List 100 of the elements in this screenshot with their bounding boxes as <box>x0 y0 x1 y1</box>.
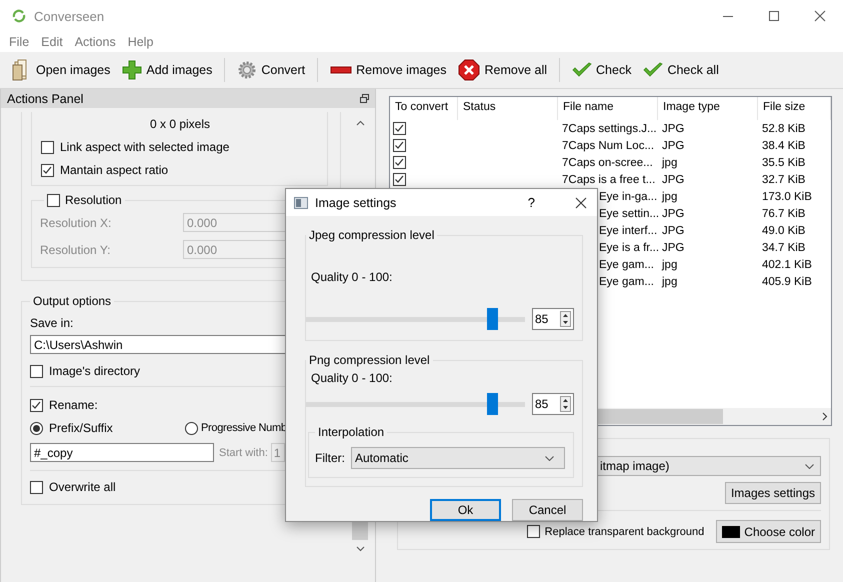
toolbar-button[interactable]: Open images <box>6 55 116 85</box>
table-cell-text: 52.8 KiB <box>761 122 806 134</box>
window-title: Converseen <box>34 8 104 24</box>
table-cell-text: 7Caps is a free t... <box>561 174 656 186</box>
table-cell-text: 76.7 KiB <box>761 208 806 220</box>
checkbox[interactable] <box>30 480 43 494</box>
toolbar-button[interactable]: Remove images <box>324 55 452 85</box>
field-label: Filter: <box>315 451 345 465</box>
close-icon <box>814 10 826 22</box>
slider-thumb[interactable] <box>487 308 498 330</box>
table-cell-text: JPG <box>661 174 686 186</box>
help-button[interactable]: ? <box>522 194 541 211</box>
table-cell-text: 173.0 KiB <box>761 190 813 202</box>
float-icon[interactable] <box>360 94 369 103</box>
maximize-icon <box>768 10 780 22</box>
spin-box[interactable]: 85 <box>532 308 574 330</box>
group-title: Png compression level <box>308 353 431 367</box>
checkbox[interactable] <box>30 364 43 378</box>
table-cell-text: jpg <box>660 190 678 202</box>
radio-button[interactable] <box>30 422 43 434</box>
table-cell-text: 402.1 KiB <box>761 258 813 270</box>
table-cell-text: 35.5 KiB <box>761 156 806 168</box>
checkbox-label: Mantain aspect ratio <box>60 163 168 177</box>
menu-item[interactable]: Edit <box>35 35 69 49</box>
toolbar-button[interactable]: Remove all <box>452 55 554 85</box>
group-title: Jpeg compression level <box>308 228 436 242</box>
column-header[interactable]: Status <box>458 97 558 120</box>
size-text: 0 x 0 pixels <box>150 117 210 131</box>
menu-item[interactable]: Help <box>122 35 160 49</box>
dialog-button[interactable]: Ok <box>430 499 501 521</box>
checkbox[interactable] <box>526 525 540 538</box>
table-cell-text: 7Caps on-scree... <box>561 156 654 168</box>
toolbar-button[interactable]: Check all <box>637 55 725 85</box>
checkbox-label: Replace transparent background <box>544 526 704 538</box>
table-cell-text: 405.9 KiB <box>761 276 813 288</box>
checkbox[interactable] <box>41 164 54 176</box>
table-cell-text: JPG <box>661 242 686 254</box>
panel-title: Actions Panel <box>7 92 84 106</box>
checkbox[interactable] <box>393 122 406 135</box>
scroll-down-icon[interactable] <box>356 546 364 552</box>
spin-box[interactable]: 85 <box>532 393 574 415</box>
scroll-right-icon[interactable] <box>822 412 828 421</box>
field-label: Save in: <box>30 316 74 330</box>
checkmark-icon <box>572 62 592 78</box>
images-settings-button[interactable]: Images settings <box>724 482 821 504</box>
menu-item[interactable]: File <box>3 35 36 49</box>
table-cell-text: 49.0 KiB <box>761 224 806 236</box>
recycle-icon <box>12 9 26 23</box>
radio-button[interactable] <box>185 422 198 434</box>
checkbox[interactable] <box>30 398 43 412</box>
checkbox-label: Link aspect with selected image <box>60 140 230 154</box>
column-header[interactable]: Image type <box>658 97 758 120</box>
chevron-down-icon <box>805 464 814 468</box>
minus-icon <box>330 66 352 74</box>
delete-icon <box>458 59 480 81</box>
checkmark-icon <box>643 62 664 78</box>
scroll-up-icon[interactable] <box>356 120 364 126</box>
table-cell: Eye gam... <box>598 258 654 270</box>
slider-thumb[interactable] <box>487 393 498 415</box>
chevron-down-icon <box>545 456 554 460</box>
close-icon <box>575 196 587 208</box>
table-cell-text: JPG <box>661 140 686 152</box>
input-field[interactable]: #_copy <box>30 443 214 462</box>
table-cell-text: jpg <box>660 156 678 168</box>
field-label: Start with: <box>219 446 268 458</box>
field-label: Quality 0 - 100: <box>311 270 394 284</box>
checkbox[interactable] <box>41 140 54 154</box>
filter-dropdown[interactable]: Automatic <box>351 447 565 469</box>
choose-color-button[interactable]: Choose color <box>716 520 821 543</box>
column-header[interactable]: File size <box>758 97 831 120</box>
spin-arrows-icon[interactable] <box>560 311 571 327</box>
table-cell-text: 7Caps Num Loc... <box>561 140 656 152</box>
checkbox[interactable] <box>393 173 406 186</box>
checkbox-label: Resolution <box>65 193 122 207</box>
table-cell: Eye gam... <box>598 276 654 288</box>
column-header[interactable]: To convert <box>390 97 458 120</box>
toolbar-button[interactable]: Add images <box>116 55 218 85</box>
table-cell-text: JPG <box>661 224 686 236</box>
dialog-button[interactable]: Cancel <box>512 499 583 521</box>
gear-icon <box>237 60 258 80</box>
table-cell-text: jpg <box>660 276 678 288</box>
spin-arrows-icon[interactable] <box>560 396 571 412</box>
column-header[interactable]: File name <box>558 97 658 120</box>
checkbox-label: Image's directory <box>49 364 140 378</box>
table-cell: Eye settin... <box>598 208 660 220</box>
table-cell-text: JPG <box>661 208 686 220</box>
format-dropdown[interactable]: itmap image) <box>595 456 821 476</box>
table-cell-text: 38.4 KiB <box>761 140 806 152</box>
radio-label: Prefix/Suffix <box>49 421 113 435</box>
plus-icon <box>122 60 142 80</box>
checkbox[interactable] <box>47 194 60 206</box>
toolbar-button[interactable]: Convert <box>231 55 312 85</box>
group-title: Output options <box>32 294 112 308</box>
table-cell-text: jpg <box>660 258 678 270</box>
toolbar-button[interactable]: Check <box>566 55 638 85</box>
group-title: Interpolation <box>317 425 386 439</box>
menu-item[interactable]: Actions <box>68 35 122 49</box>
checkbox-label: Rename: <box>49 398 98 412</box>
checkbox[interactable] <box>393 139 406 152</box>
checkbox[interactable] <box>393 156 406 169</box>
